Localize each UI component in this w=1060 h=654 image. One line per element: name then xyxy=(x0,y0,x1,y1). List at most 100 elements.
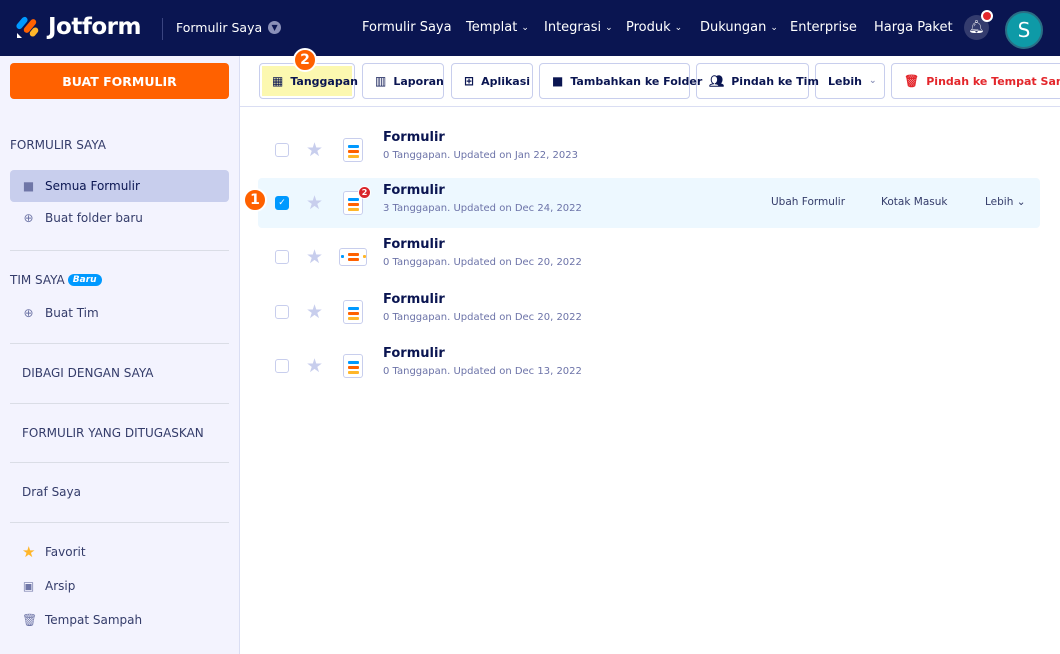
star-icon[interactable]: ★ xyxy=(306,192,323,214)
reports-button[interactable]: ▥ Laporan xyxy=(362,63,444,99)
row-checkbox[interactable] xyxy=(275,305,289,319)
chevron-down-icon: ⌄ xyxy=(674,22,683,33)
form-icon xyxy=(343,138,363,162)
form-row[interactable]: ★ Formulir 0 Tanggapan. Updated on Jan 2… xyxy=(258,125,1040,175)
button-label: Laporan xyxy=(393,74,444,88)
jotform-logo-icon xyxy=(16,16,39,38)
form-title[interactable]: Formulir xyxy=(383,183,445,198)
sidebar-item-label: DIBAGI DENGAN SAYA xyxy=(22,366,154,380)
apps-icon: ⊞ xyxy=(464,74,475,88)
current-section-dropdown[interactable]: Formulir Saya ▼ xyxy=(176,20,282,35)
nav-enterprise[interactable]: Enterprise xyxy=(790,20,857,35)
sidebar-item-label: Favorit xyxy=(45,545,86,559)
nav-label: Harga Paket xyxy=(874,20,953,35)
form-title[interactable]: Formulir xyxy=(383,130,445,145)
apps-button[interactable]: ⊞ Aplikasi xyxy=(451,63,533,99)
header-divider xyxy=(162,18,163,40)
divider xyxy=(10,522,229,523)
jotform-logo[interactable]: Jotform xyxy=(16,14,141,40)
folder-icon: ■ xyxy=(22,179,35,193)
move-to-trash-button[interactable]: 🗑︎ Pindah ke Tempat Sampah xyxy=(891,63,1060,99)
sidebar-item-drafts[interactable]: Draf Saya xyxy=(10,476,229,508)
divider xyxy=(10,250,229,251)
team-heading: TIM SAYA Baru xyxy=(10,273,102,287)
form-subtitle: 3 Tanggapan. Updated on Dec 24, 2022 xyxy=(383,203,582,214)
archive-icon: ▣ xyxy=(22,579,35,593)
row-checkbox[interactable] xyxy=(275,250,289,264)
sidebar-item-label: Draf Saya xyxy=(22,485,81,499)
form-subtitle: 0 Tanggapan. Updated on Dec 20, 2022 xyxy=(383,257,582,268)
form-title[interactable]: Formulir xyxy=(383,237,445,252)
button-label: Pindah ke Tempat Sampah xyxy=(926,74,1060,88)
users-icon: 👥︎ xyxy=(709,74,725,88)
sidebar-item-label: Buat folder baru xyxy=(45,211,143,225)
create-form-button[interactable]: BUAT FORMULIR xyxy=(10,63,229,99)
button-label: Tanggapan xyxy=(290,74,358,88)
notification-dot xyxy=(981,10,993,22)
sidebar-item-create-team[interactable]: ⊕ Buat Tim xyxy=(10,297,229,329)
card-form-icon xyxy=(339,248,367,266)
star-icon[interactable]: ★ xyxy=(306,246,323,268)
star-icon[interactable]: ★ xyxy=(306,139,323,161)
sidebar-item-favorites[interactable]: ★ Favorit xyxy=(10,536,229,568)
nav-label: Formulir Saya xyxy=(362,20,452,35)
nav-dukungan[interactable]: Dukungan ⌄ xyxy=(700,20,778,35)
button-label: Tambahkan ke Folder xyxy=(570,74,703,88)
form-row-selected[interactable]: ✓ ★ 2 Formulir 3 Tanggapan. Updated on D… xyxy=(258,178,1040,228)
sidebar-item-new-folder[interactable]: ⊕ Buat folder baru xyxy=(10,202,229,234)
trash-icon: 🗑︎ xyxy=(904,74,920,88)
divider xyxy=(10,462,229,463)
sidebar-item-shared[interactable]: DIBAGI DENGAN SAYA xyxy=(10,357,229,389)
form-row[interactable]: ★ Formulir 0 Tanggapan. Updated on Dec 2… xyxy=(258,232,1040,282)
step-marker-1: 1 xyxy=(243,188,267,212)
folder-plus-icon: ■ xyxy=(552,74,564,88)
form-row[interactable]: ★ Formulir 0 Tanggapan. Updated on Dec 1… xyxy=(258,341,1040,391)
row-checkbox[interactable] xyxy=(275,359,289,373)
star-icon[interactable]: ★ xyxy=(306,301,323,323)
sidebar: BUAT FORMULIR FORMULIR SAYA ■ Semua Formu… xyxy=(0,56,240,654)
chevron-down-icon: ⌄ xyxy=(605,22,613,33)
plus-circle-icon: ⊕ xyxy=(23,306,34,320)
team-heading-label: TIM SAYA xyxy=(10,273,65,287)
more-label: Lebih xyxy=(985,196,1014,208)
chart-icon: ▥ xyxy=(375,74,387,88)
row-checkbox[interactable] xyxy=(275,143,289,157)
sidebar-item-assigned[interactable]: FORMULIR YANG DITUGASKAN xyxy=(10,417,229,449)
star-icon: ★ xyxy=(22,543,36,561)
row-more-dropdown[interactable]: Lebih ⌄ xyxy=(985,196,1026,208)
nav-templat[interactable]: Templat ⌄ xyxy=(466,20,529,35)
add-to-folder-button[interactable]: ■ Tambahkan ke Folder xyxy=(539,63,702,99)
plus-circle-icon: ⊕ xyxy=(23,211,34,225)
form-subtitle: 0 Tanggapan. Updated on Dec 13, 2022 xyxy=(383,366,582,377)
edit-form-link[interactable]: Ubah Formulir xyxy=(771,196,845,208)
button-label: Lebih xyxy=(828,74,862,88)
inbox-link[interactable]: Kotak Masuk xyxy=(881,196,947,208)
sidebar-item-label: FORMULIR YANG DITUGASKAN xyxy=(22,426,204,440)
move-to-team-button[interactable]: 👥︎ Pindah ke Tim xyxy=(696,63,819,99)
form-title[interactable]: Formulir xyxy=(383,292,445,307)
sidebar-item-label: Arsip xyxy=(45,579,76,593)
avatar[interactable]: S xyxy=(1005,11,1043,49)
trash-icon: 🗑︎ xyxy=(22,613,38,627)
form-title[interactable]: Formulir xyxy=(383,346,445,361)
nav-label: Templat xyxy=(466,20,518,35)
more-button[interactable]: Lebih ⌄ xyxy=(815,63,885,99)
brand-name: Jotform xyxy=(48,14,141,40)
sidebar-item-trash[interactable]: 🗑︎ Tempat Sampah xyxy=(10,604,229,636)
nav-formulir-saya[interactable]: Formulir Saya xyxy=(362,20,452,35)
star-icon[interactable]: ★ xyxy=(306,355,323,377)
current-section-label: Formulir Saya xyxy=(176,20,263,35)
row-checkbox-checked[interactable]: ✓ xyxy=(275,196,289,210)
nav-label: Integrasi xyxy=(544,20,602,35)
nav-harga-paket[interactable]: Harga Paket xyxy=(874,20,953,35)
sidebar-item-all-forms[interactable]: ■ Semua Formulir xyxy=(10,170,229,202)
form-icon xyxy=(343,300,363,324)
form-row[interactable]: ★ Formulir 0 Tanggapan. Updated on Dec 2… xyxy=(258,287,1040,337)
sidebar-item-label: Semua Formulir xyxy=(45,179,140,193)
sidebar-item-archive[interactable]: ▣ Arsip xyxy=(10,570,229,602)
form-subtitle: 0 Tanggapan. Updated on Jan 22, 2023 xyxy=(383,150,578,161)
chevron-down-icon: ⌄ xyxy=(770,22,778,33)
toolbar: ▦ Tanggapan ▥ Laporan ⊞ Aplikasi ■ Tambahkan… xyxy=(240,56,1060,107)
nav-integrasi[interactable]: Integrasi ⌄ xyxy=(544,20,613,35)
nav-produk[interactable]: Produk ⌄ xyxy=(626,20,682,35)
